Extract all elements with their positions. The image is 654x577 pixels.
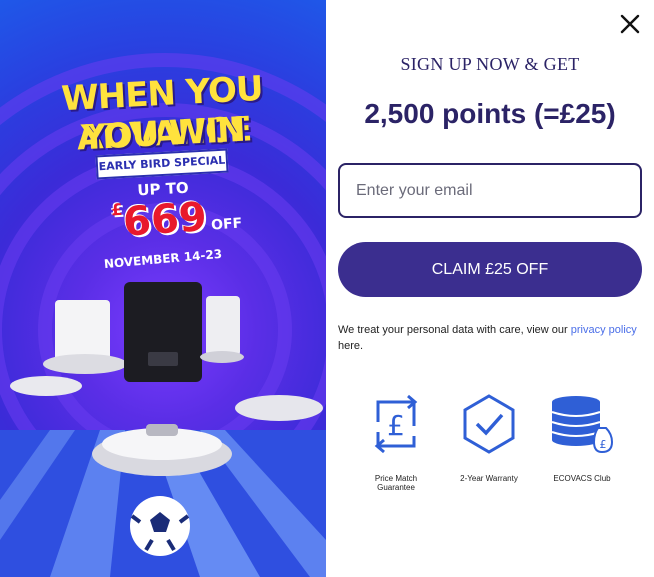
points-offer: 2,500 points (=£25) [364, 98, 616, 129]
close-button[interactable] [618, 12, 642, 36]
benefit-club: £ ECOVACS Club [542, 394, 622, 483]
robot-vacuum-station-black [124, 282, 202, 382]
privacy-policy-link[interactable]: privacy policy [571, 324, 637, 336]
benefit-warranty: 2-Year Warranty [449, 394, 529, 483]
privacy-notice: We treat your personal data with care, v… [338, 322, 642, 354]
privacy-text: We treat your personal data with care, v… [338, 324, 571, 336]
coin-stack-icon: £ [551, 396, 614, 454]
privacy-text-end: here. [338, 340, 364, 352]
claim-button[interactable]: CLAIM £25 OFF [338, 242, 642, 297]
promo-price: £669 OFF [111, 192, 244, 247]
signup-popup: WHEN YOU ADVANCE YOU WIN EARLY BIRD SPEC… [0, 0, 654, 577]
promo-banner: WHEN YOU ADVANCE YOU WIN EARLY BIRD SPEC… [0, 0, 326, 577]
signup-eyebrow: SIGN UP NOW & GET [400, 54, 580, 74]
robot-vacuum-left [10, 376, 82, 396]
close-icon [620, 14, 640, 34]
promo-amount: 669 [121, 193, 209, 246]
pound-refresh-icon: £ [374, 394, 418, 454]
benefit-label: 2-Year Warranty [460, 474, 518, 483]
robot-vacuum-right [235, 395, 323, 421]
benefit-label: Price Match Guarantee [374, 474, 418, 492]
svg-text:£: £ [387, 409, 405, 442]
benefit-label: ECOVACS Club [553, 474, 611, 483]
promo-off: OFF [210, 215, 243, 234]
soccer-ball [130, 496, 190, 556]
benefit-price-match: £ Price Match Guarantee [356, 394, 436, 492]
robot-vacuum-station-small [200, 296, 244, 363]
svg-text:£: £ [600, 438, 607, 451]
shield-check-icon [463, 394, 515, 454]
email-input[interactable] [338, 163, 642, 218]
robot-vacuum-station-white [43, 300, 127, 374]
